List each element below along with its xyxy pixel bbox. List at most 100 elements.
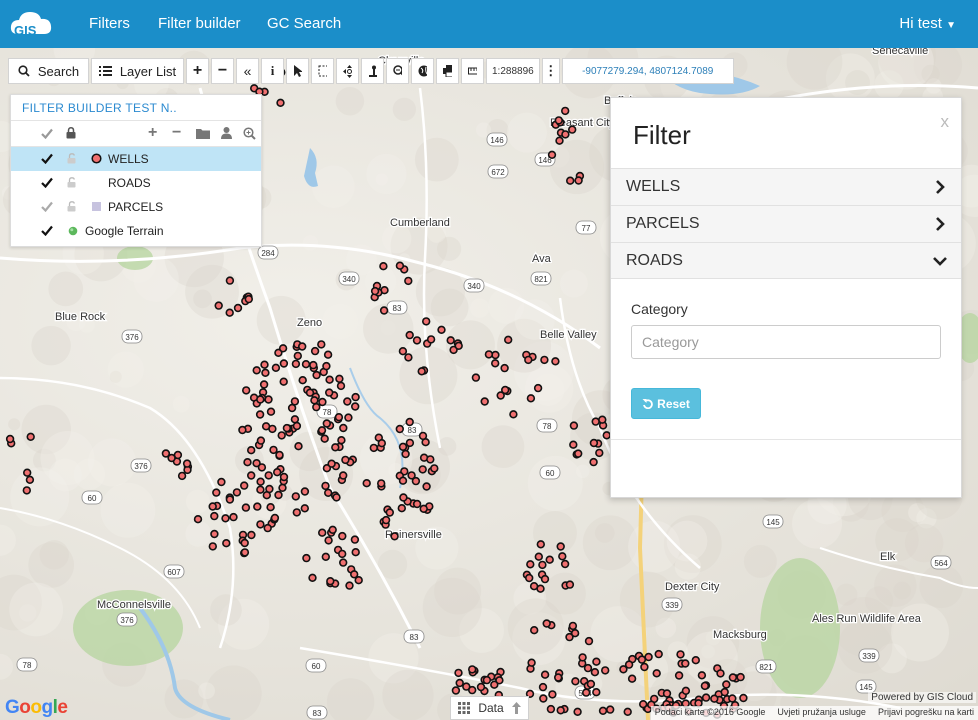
visible-check-icon[interactable] <box>41 225 53 236</box>
layer-row-google-terrain[interactable]: Google Terrain <box>11 219 261 243</box>
folder-icon[interactable] <box>196 128 210 139</box>
well-marker <box>437 325 446 334</box>
svg-text:339: 339 <box>665 601 679 610</box>
well-marker <box>327 459 336 468</box>
anchor-button[interactable] <box>361 58 384 84</box>
pan-button[interactable] <box>336 58 359 84</box>
caret-down-icon: ▼ <box>946 20 956 31</box>
well-marker <box>681 686 691 695</box>
attribution-terms-link[interactable]: Uvjeti pružanja usluge <box>777 707 866 719</box>
well-marker <box>553 673 563 682</box>
remove-layer-icon[interactable]: − <box>172 124 181 142</box>
layer-row-parcels[interactable]: PARCELS <box>11 195 261 219</box>
basemap-button[interactable] <box>411 58 434 84</box>
place-label: Ales Run Wildlife Area <box>812 613 922 625</box>
nav-gc-search[interactable]: GC Search <box>267 15 341 32</box>
check-all-icon[interactable] <box>41 128 53 139</box>
search-button[interactable]: Search <box>8 58 89 84</box>
well-marker <box>208 542 218 551</box>
route-shield: 376 <box>121 329 143 344</box>
unlocked-icon[interactable] <box>67 177 76 188</box>
visible-check-icon[interactable] <box>41 153 53 164</box>
well-marker <box>624 660 634 669</box>
well-marker <box>22 486 31 495</box>
reset-button[interactable]: Reset <box>631 388 701 419</box>
visible-check-icon[interactable] <box>41 177 53 188</box>
well-marker <box>379 306 389 315</box>
collapse-toolbar-button[interactable]: « <box>236 58 259 84</box>
well-marker <box>282 423 292 433</box>
svg-text:376: 376 <box>120 616 134 625</box>
well-marker <box>676 650 685 659</box>
layer-row-roads[interactable]: ROADS <box>11 171 261 195</box>
powered-by-text[interactable]: Powered by GIS Cloud <box>868 692 976 703</box>
more-options-button[interactable]: ⋮ <box>541 58 560 84</box>
well-marker <box>300 504 309 513</box>
well-marker <box>350 535 360 544</box>
svg-text:145: 145 <box>859 683 873 692</box>
well-marker <box>390 532 399 541</box>
layer-row-wells[interactable]: WELLS <box>11 147 261 171</box>
terrain-shade <box>527 455 583 511</box>
unlocked-icon[interactable] <box>67 153 76 164</box>
well-marker <box>331 443 340 452</box>
well-marker <box>301 360 311 369</box>
layer-label-parcels: PARCELS <box>108 200 164 214</box>
well-marker <box>320 434 329 443</box>
well-marker <box>548 690 557 699</box>
layer-panel-title[interactable]: FILTER BUILDER TEST N.. <box>11 95 261 121</box>
well-marker <box>338 549 347 559</box>
gis-cloud-logo[interactable]: GIS <box>8 8 54 40</box>
user-menu[interactable]: Hi test ▼ <box>899 15 956 32</box>
well-marker <box>637 655 647 664</box>
category-input[interactable] <box>631 325 941 359</box>
zoom-out-button[interactable]: − <box>211 58 234 84</box>
well-marker <box>278 483 287 492</box>
attribution-report-link[interactable]: Prijavi pogrešku na karti <box>878 707 974 719</box>
well-marker <box>540 670 550 679</box>
box-select-button[interactable] <box>311 58 334 84</box>
terrain-shade <box>481 425 525 469</box>
well-marker <box>266 503 275 512</box>
lock-all-icon[interactable] <box>66 127 76 139</box>
add-layer-icon[interactable]: + <box>148 124 157 142</box>
filter-section-parcels[interactable]: PARCELS <box>611 205 961 242</box>
well-marker <box>167 453 176 463</box>
well-marker <box>247 446 256 455</box>
well-marker <box>233 303 243 313</box>
unlocked-icon[interactable] <box>67 201 76 212</box>
print-button[interactable] <box>436 58 459 84</box>
terrain-shade <box>792 498 843 549</box>
well-marker <box>385 508 394 517</box>
well-marker <box>339 423 348 433</box>
nav-filter-builder[interactable]: Filter builder <box>158 15 241 32</box>
well-marker <box>321 481 330 491</box>
well-marker <box>422 317 431 326</box>
nav-filters[interactable]: Filters <box>89 15 130 32</box>
select-pointer-button[interactable] <box>286 58 309 84</box>
well-marker <box>344 413 353 422</box>
layer-list-button[interactable]: Layer List <box>91 58 184 84</box>
visible-check-icon[interactable] <box>41 201 53 212</box>
terrain-shade <box>864 586 894 615</box>
data-panel-button[interactable]: Data <box>450 696 529 720</box>
svg-text:60: 60 <box>546 469 555 478</box>
well-marker <box>302 553 311 563</box>
measure-button[interactable] <box>461 58 484 84</box>
close-icon[interactable]: x <box>941 112 950 132</box>
user-icon[interactable] <box>221 127 232 139</box>
well-marker <box>405 417 414 427</box>
well-marker <box>332 493 341 502</box>
filter-section-wells[interactable]: WELLS <box>611 168 961 205</box>
well-marker <box>278 344 288 353</box>
zoom-to-layer-icon[interactable] <box>243 127 256 140</box>
well-marker <box>243 458 252 467</box>
info-button[interactable]: i <box>261 58 284 84</box>
filter-section-roads[interactable]: ROADS <box>611 242 961 279</box>
well-marker <box>325 388 334 397</box>
terrain-shade <box>210 594 242 626</box>
attribution-copyright: Podaci karte ©2016 Google <box>654 707 766 717</box>
zoom-box-button[interactable] <box>386 58 409 84</box>
zoom-in-button[interactable]: + <box>186 58 209 84</box>
terrain-shade <box>88 438 136 487</box>
